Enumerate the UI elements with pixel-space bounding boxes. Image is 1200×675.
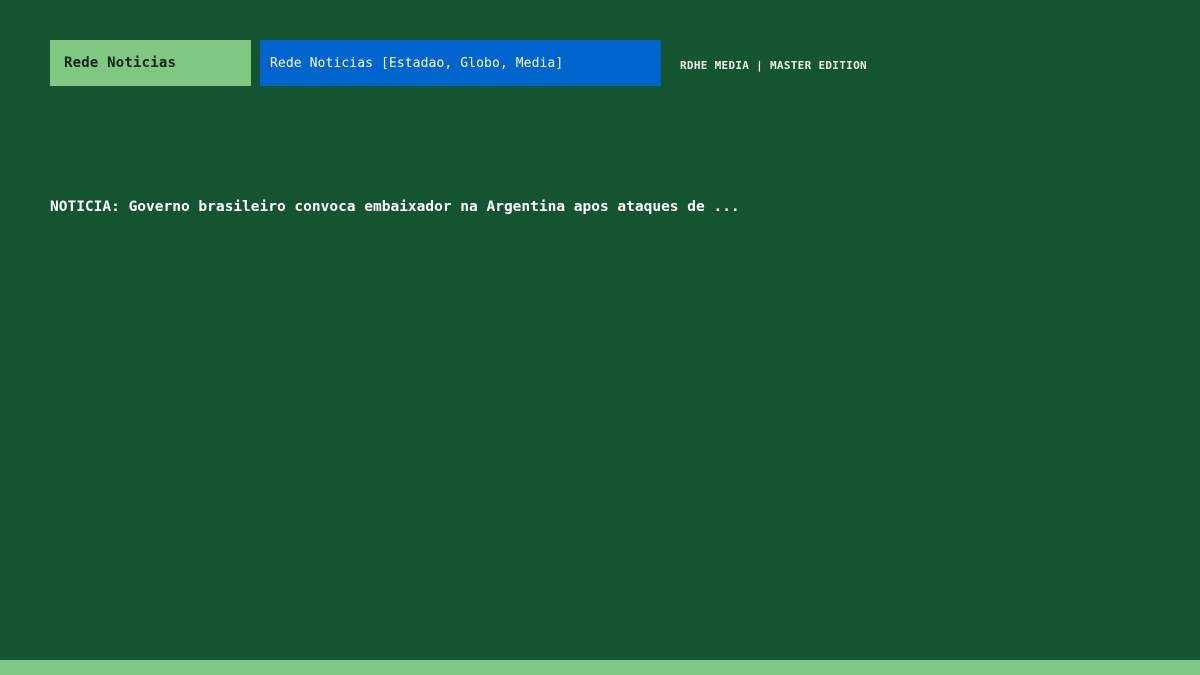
- channel-tab[interactable]: Rede Noticias: [50, 40, 251, 86]
- brand-label: RDHE MEDIA | MASTER EDITION: [680, 58, 867, 72]
- header-bar: Rede Noticias Rede Noticias [Estadao, Gl…: [50, 40, 867, 86]
- news-ticker: NOTICIA: Governo brasileiro convoca emba…: [50, 199, 740, 215]
- bottom-bar: [0, 660, 1200, 675]
- source-field[interactable]: Rede Noticias [Estadao, Globo, Media]: [260, 40, 661, 86]
